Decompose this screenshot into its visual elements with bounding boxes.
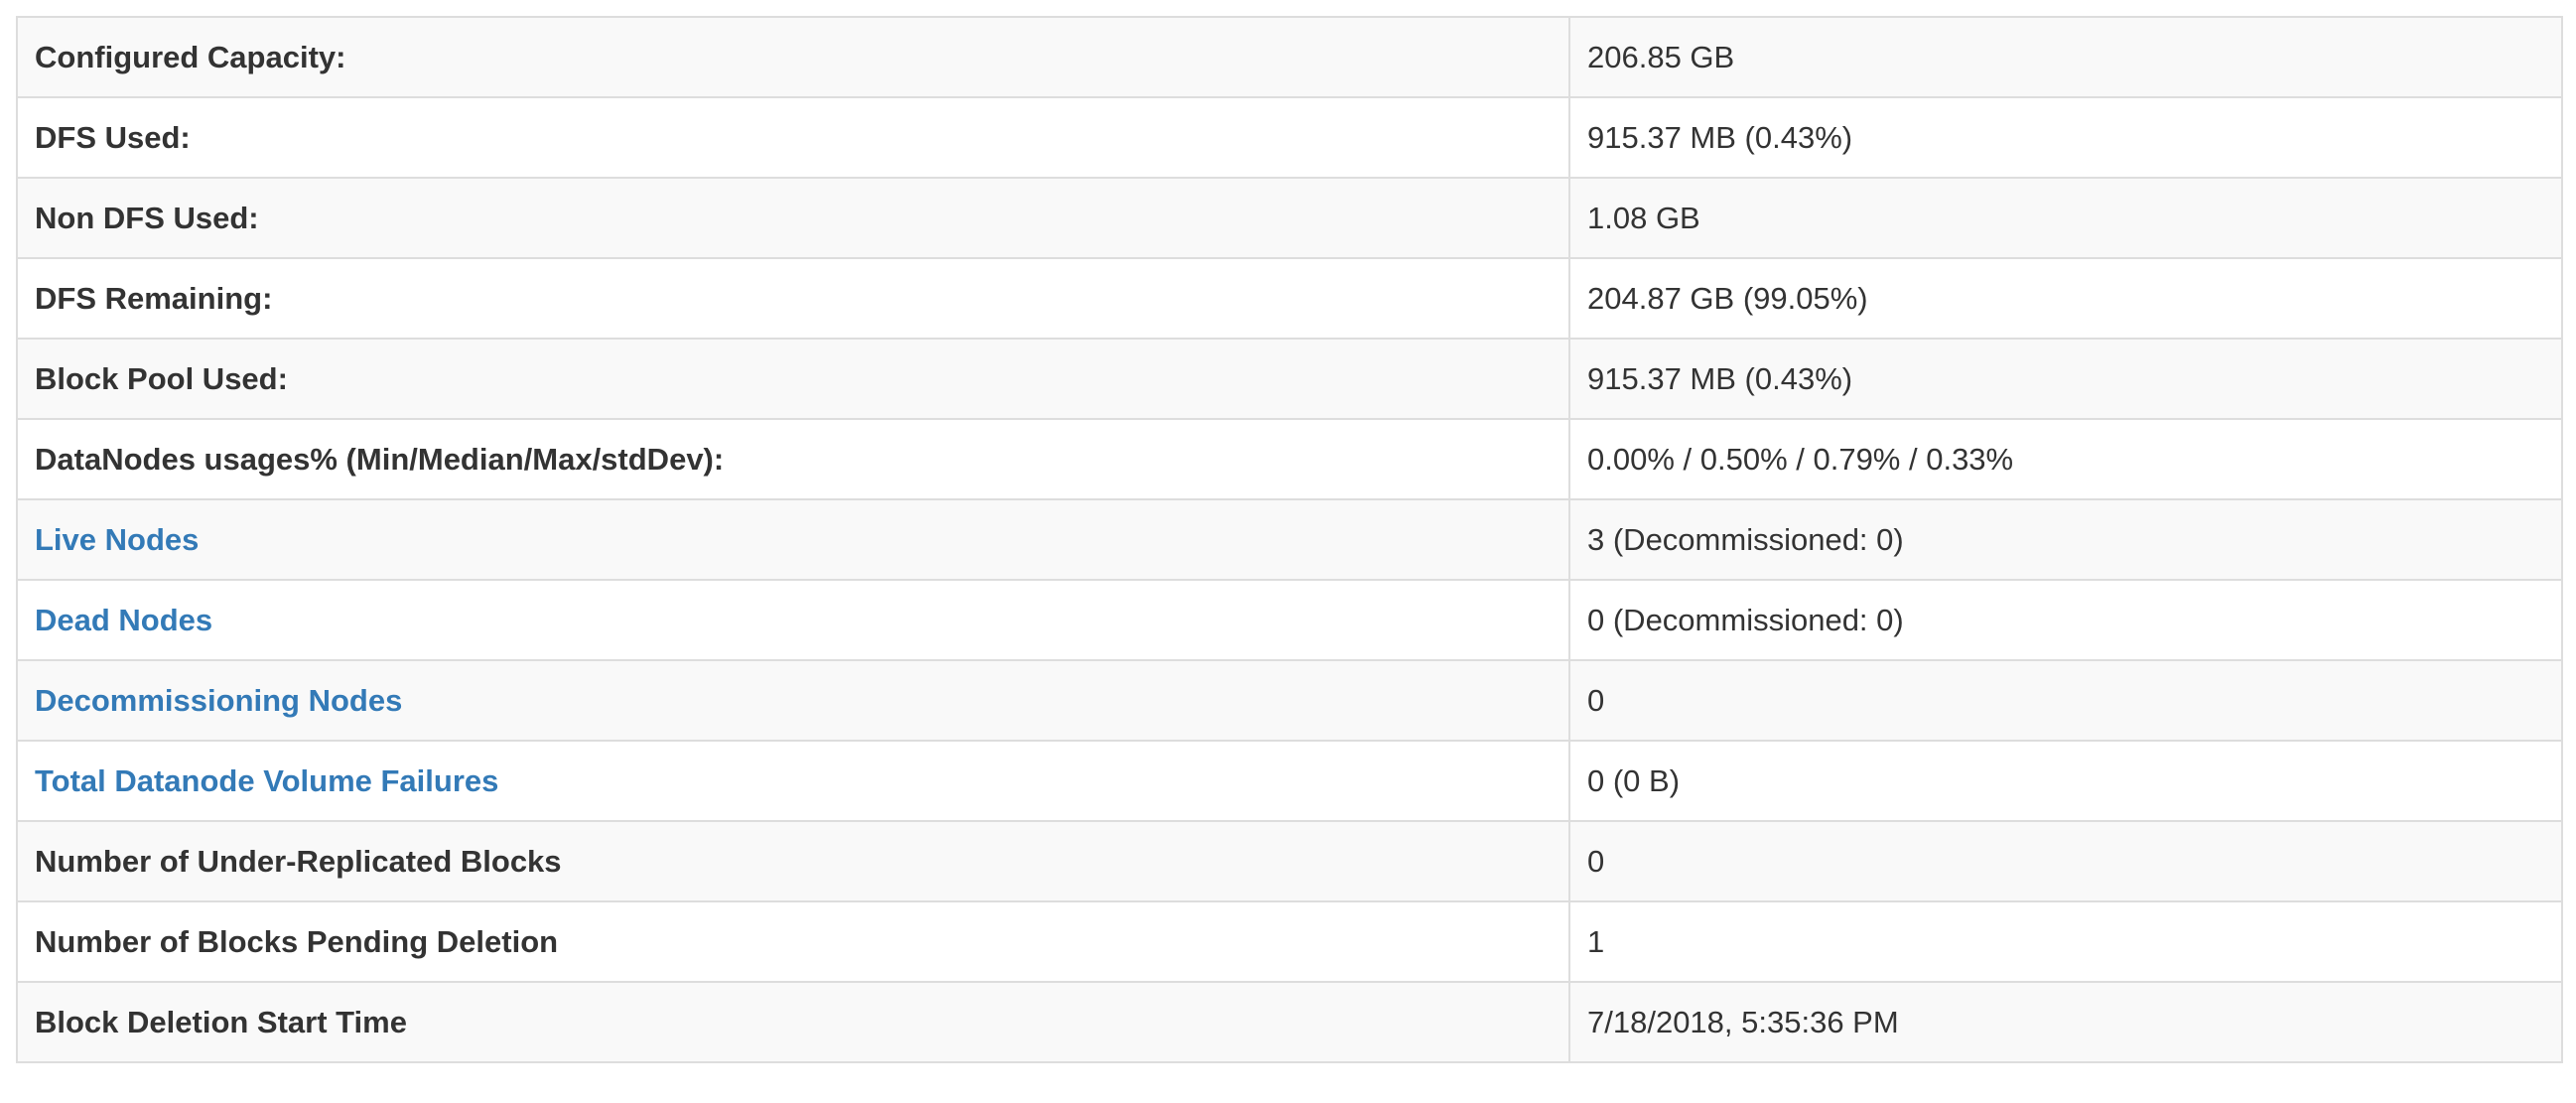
volume-failures-link[interactable]: Total Datanode Volume Failures bbox=[35, 763, 498, 798]
row-label-cell: Dead Nodes bbox=[16, 579, 1570, 661]
row-label: Block Deletion Start Time bbox=[16, 981, 1570, 1063]
row-value: 0 bbox=[1568, 659, 2563, 742]
row-value: 7/18/2018, 5:35:36 PM bbox=[1568, 981, 2563, 1063]
row-label: Block Pool Used: bbox=[16, 338, 1570, 420]
table-row-non-dfs-used: Non DFS Used: 1.08 GB bbox=[16, 177, 2563, 259]
table-row-under-replicated: Number of Under-Replicated Blocks 0 bbox=[16, 820, 2563, 902]
row-label: Number of Blocks Pending Deletion bbox=[16, 900, 1570, 983]
dead-nodes-link[interactable]: Dead Nodes bbox=[35, 603, 212, 637]
row-label-cell: Total Datanode Volume Failures bbox=[16, 740, 1570, 822]
row-label: DFS Remaining: bbox=[16, 257, 1570, 340]
row-value: 915.37 MB (0.43%) bbox=[1568, 96, 2563, 179]
row-value: 0 bbox=[1568, 820, 2563, 902]
table-row-block-pool-used: Block Pool Used: 915.37 MB (0.43%) bbox=[16, 338, 2563, 420]
table-row-datanodes-usages: DataNodes usages% (Min/Median/Max/stdDev… bbox=[16, 418, 2563, 500]
table-row-dead-nodes: Dead Nodes 0 (Decommissioned: 0) bbox=[16, 579, 2563, 661]
table-row-decommissioning-nodes: Decommissioning Nodes 0 bbox=[16, 659, 2563, 742]
row-value: 0 (0 B) bbox=[1568, 740, 2563, 822]
row-value: 915.37 MB (0.43%) bbox=[1568, 338, 2563, 420]
row-label: DataNodes usages% (Min/Median/Max/stdDev… bbox=[16, 418, 1570, 500]
live-nodes-link[interactable]: Live Nodes bbox=[35, 522, 199, 557]
row-label-cell: Decommissioning Nodes bbox=[16, 659, 1570, 742]
row-value: 206.85 GB bbox=[1568, 16, 2563, 98]
decommissioning-nodes-link[interactable]: Decommissioning Nodes bbox=[35, 683, 402, 718]
summary-table-container: Configured Capacity: 206.85 GB DFS Used:… bbox=[16, 16, 2563, 1063]
row-label: DFS Used: bbox=[16, 96, 1570, 179]
summary-table: Configured Capacity: 206.85 GB DFS Used:… bbox=[16, 16, 2563, 1063]
row-label: Configured Capacity: bbox=[16, 16, 1570, 98]
table-row-volume-failures: Total Datanode Volume Failures 0 (0 B) bbox=[16, 740, 2563, 822]
row-label: Number of Under-Replicated Blocks bbox=[16, 820, 1570, 902]
table-row-deletion-start-time: Block Deletion Start Time 7/18/2018, 5:3… bbox=[16, 981, 2563, 1063]
table-row-pending-deletion: Number of Blocks Pending Deletion 1 bbox=[16, 900, 2563, 983]
table-row-configured-capacity: Configured Capacity: 206.85 GB bbox=[16, 16, 2563, 98]
row-value: 3 (Decommissioned: 0) bbox=[1568, 498, 2563, 581]
table-row-live-nodes: Live Nodes 3 (Decommissioned: 0) bbox=[16, 498, 2563, 581]
row-value: 0 (Decommissioned: 0) bbox=[1568, 579, 2563, 661]
row-value: 0.00% / 0.50% / 0.79% / 0.33% bbox=[1568, 418, 2563, 500]
row-label: Non DFS Used: bbox=[16, 177, 1570, 259]
row-value: 204.87 GB (99.05%) bbox=[1568, 257, 2563, 340]
row-label-cell: Live Nodes bbox=[16, 498, 1570, 581]
row-value: 1 bbox=[1568, 900, 2563, 983]
row-value: 1.08 GB bbox=[1568, 177, 2563, 259]
table-row-dfs-used: DFS Used: 915.37 MB (0.43%) bbox=[16, 96, 2563, 179]
table-row-dfs-remaining: DFS Remaining: 204.87 GB (99.05%) bbox=[16, 257, 2563, 340]
